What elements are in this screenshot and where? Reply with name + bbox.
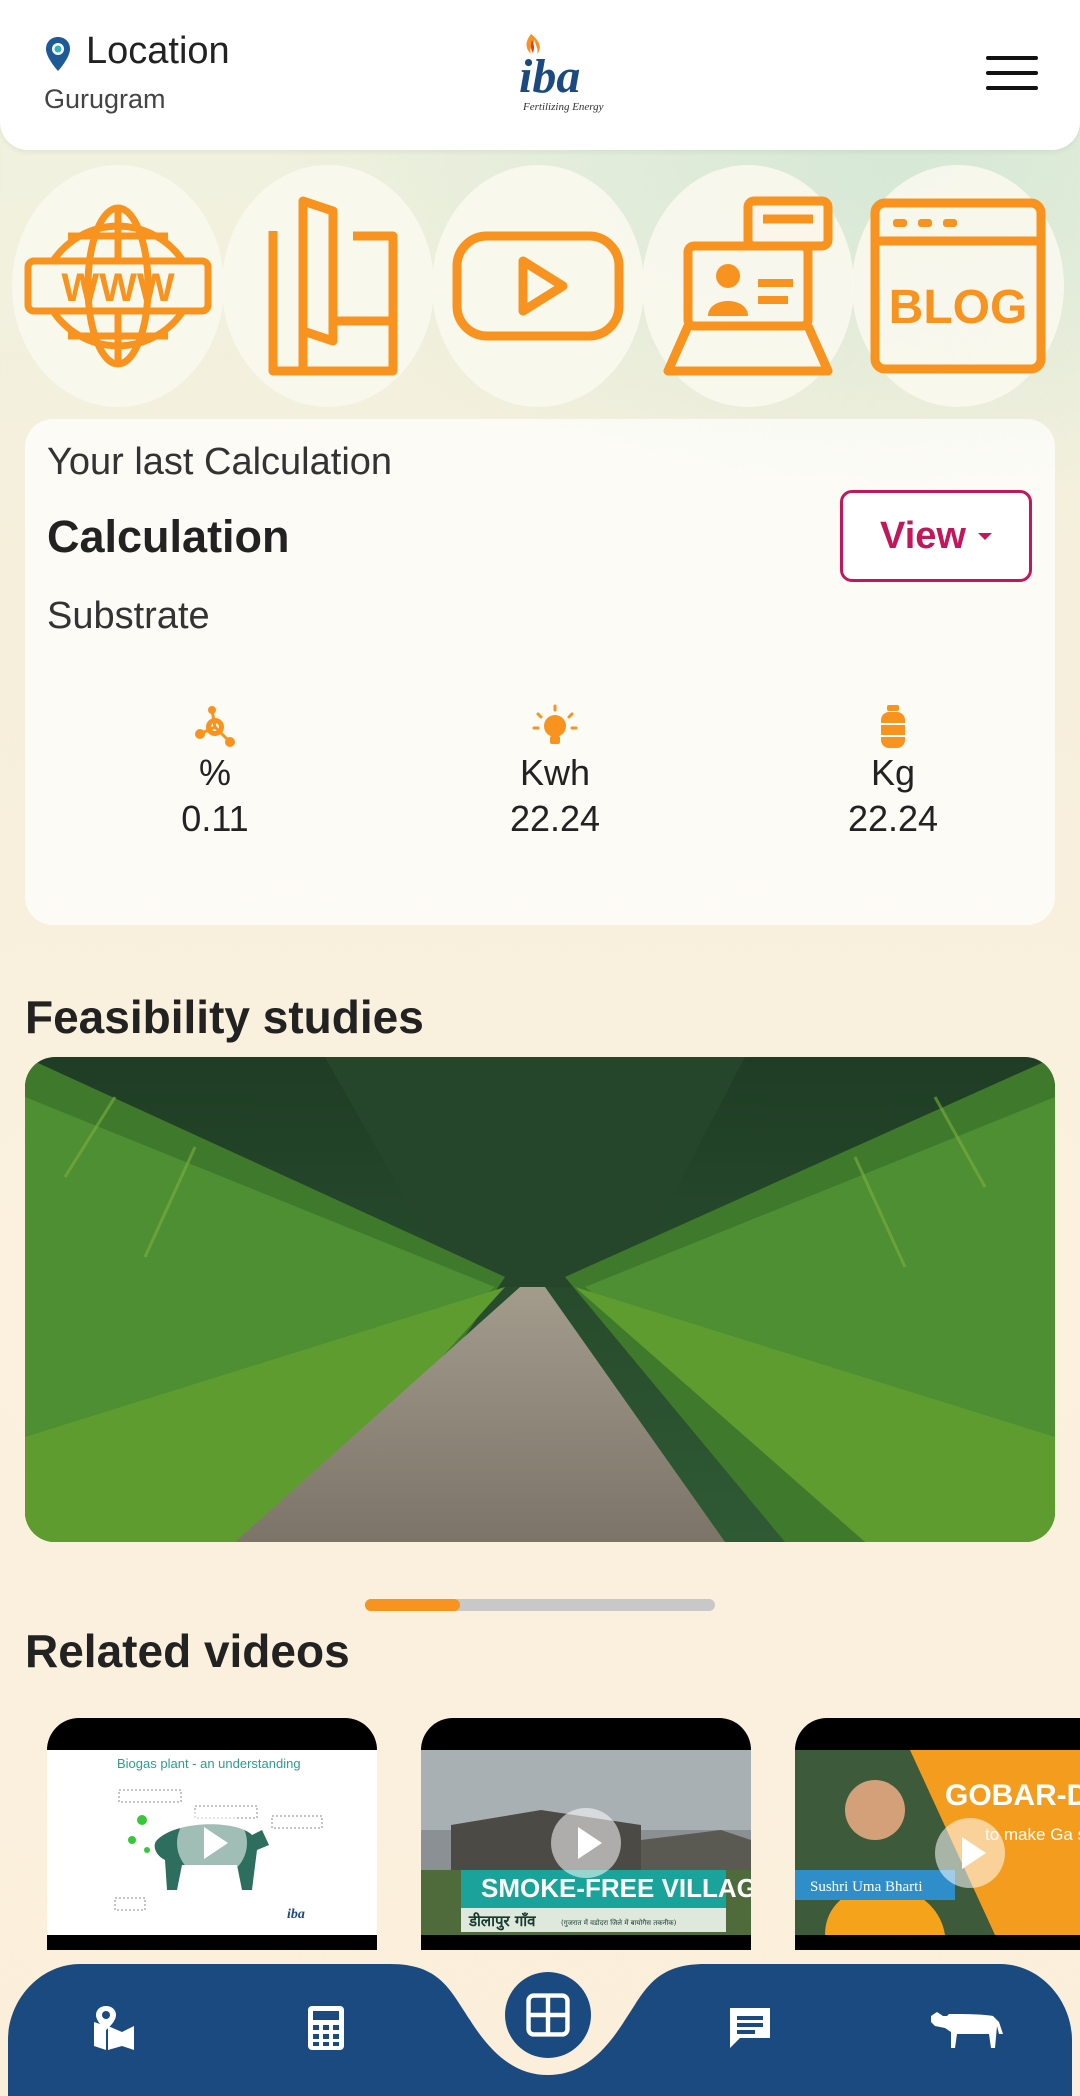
video-card-2[interactable]: SMOKE-FREE VILLAGE डीलापुर गाँव (गुजरात … [421, 1718, 751, 1950]
quick-link-website[interactable]: WWW [12, 165, 224, 407]
cow-icon [931, 2012, 1003, 2048]
nav-map[interactable] [74, 1988, 154, 2068]
logo-tagline: Fertilizing Energy [522, 101, 604, 113]
nav-cattle[interactable] [922, 1988, 1012, 2068]
calculation-title: Calculation [47, 511, 290, 562]
video-2-subcaption: डीलापुर गाँव [468, 1912, 536, 1931]
molecule-icon [195, 706, 235, 747]
play-icon[interactable] [177, 1808, 247, 1878]
location-city[interactable]: Gurugram [44, 84, 166, 115]
chat-icon [730, 2008, 770, 2048]
blog-text: BLOG [889, 281, 1028, 334]
nav-chat[interactable] [710, 1988, 790, 2068]
last-calculation-card: Your last Calculation Calculation Substr… [25, 419, 1055, 925]
app-header: Location Gurugram iba Fertilizing Energy [0, 0, 1080, 150]
stat-unit: Kwh [519, 752, 591, 793]
stat-kwh: Kwh 22.24 [455, 704, 655, 840]
www-text: WWW [61, 266, 175, 310]
svg-text:iba: iba [287, 1907, 305, 1922]
related-videos-title: Related videos [25, 1625, 350, 1677]
stat-value: 0.11 [181, 798, 249, 839]
stat-unit: Kg [870, 752, 916, 793]
video-3-caption: GOBAR-DI [945, 1779, 1080, 1812]
blog-icon: BLOG [870, 198, 1046, 374]
calculator-icon [308, 2006, 344, 2050]
last-calculation-label: Your last Calculation [47, 441, 393, 483]
quick-link-blog[interactable]: BLOG [852, 165, 1064, 407]
stat-value: 22.24 [509, 798, 601, 839]
view-button-label: View [880, 514, 966, 557]
view-dropdown-button[interactable]: View [840, 490, 1032, 582]
video-2-note: (गुजरात में वडोदरा जिले में बायोगैस तकनी… [561, 1918, 677, 1927]
logo-i: iba [519, 50, 580, 103]
carousel-indicator-fill [365, 1599, 460, 1611]
play-icon[interactable] [551, 1808, 621, 1878]
video-1-caption: Biogas plant - an understanding [117, 1756, 301, 1771]
laptop-contact-icon [663, 196, 833, 376]
location-pin-icon [46, 37, 70, 71]
video-3-person: Sushri Uma Bharti [810, 1879, 923, 1895]
nav-calculator[interactable] [286, 1988, 366, 2068]
caret-down-icon [977, 532, 992, 540]
cornfield-road-image [25, 1057, 1055, 1542]
youtube-play-icon [452, 231, 624, 341]
video-card-1[interactable]: Biogas plant - an understanding iba [47, 1718, 377, 1950]
map-location-icon [94, 2006, 134, 2050]
hamburger-menu-icon[interactable] [986, 56, 1038, 96]
stat-value: 22.24 [847, 798, 939, 839]
www-globe-icon: WWW [24, 204, 212, 368]
carousel-indicator [365, 1599, 715, 1611]
document-icon [268, 196, 398, 376]
quick-link-contact[interactable] [642, 165, 854, 407]
iba-logo: iba Fertilizing Energy [519, 34, 604, 113]
stat-percent: % 0.11 [115, 704, 315, 840]
video-card-3[interactable]: GOBAR-DI to make Ga self-susta Sushri Um… [795, 1718, 1080, 1950]
location-title[interactable]: Location [86, 30, 230, 73]
stat-kg: Kg 22.24 [793, 704, 993, 840]
quick-links: WWW BLOG [12, 165, 1080, 410]
dashboard-grid-icon [526, 1993, 570, 2037]
nav-dashboard[interactable] [505, 1972, 591, 2058]
stat-unit: % [198, 752, 231, 793]
quick-link-videos[interactable] [432, 165, 644, 407]
quick-link-documents[interactable] [222, 165, 434, 407]
feasibility-title: Feasibility studies [25, 991, 424, 1043]
bulb-icon [532, 704, 578, 744]
video-2-caption: SMOKE-FREE VILLAGE [481, 1873, 751, 1903]
gas-cylinder-icon [881, 705, 905, 748]
substrate-label: Substrate [47, 595, 210, 637]
feasibility-carousel-image[interactable] [25, 1057, 1055, 1542]
play-icon[interactable] [935, 1818, 1005, 1888]
